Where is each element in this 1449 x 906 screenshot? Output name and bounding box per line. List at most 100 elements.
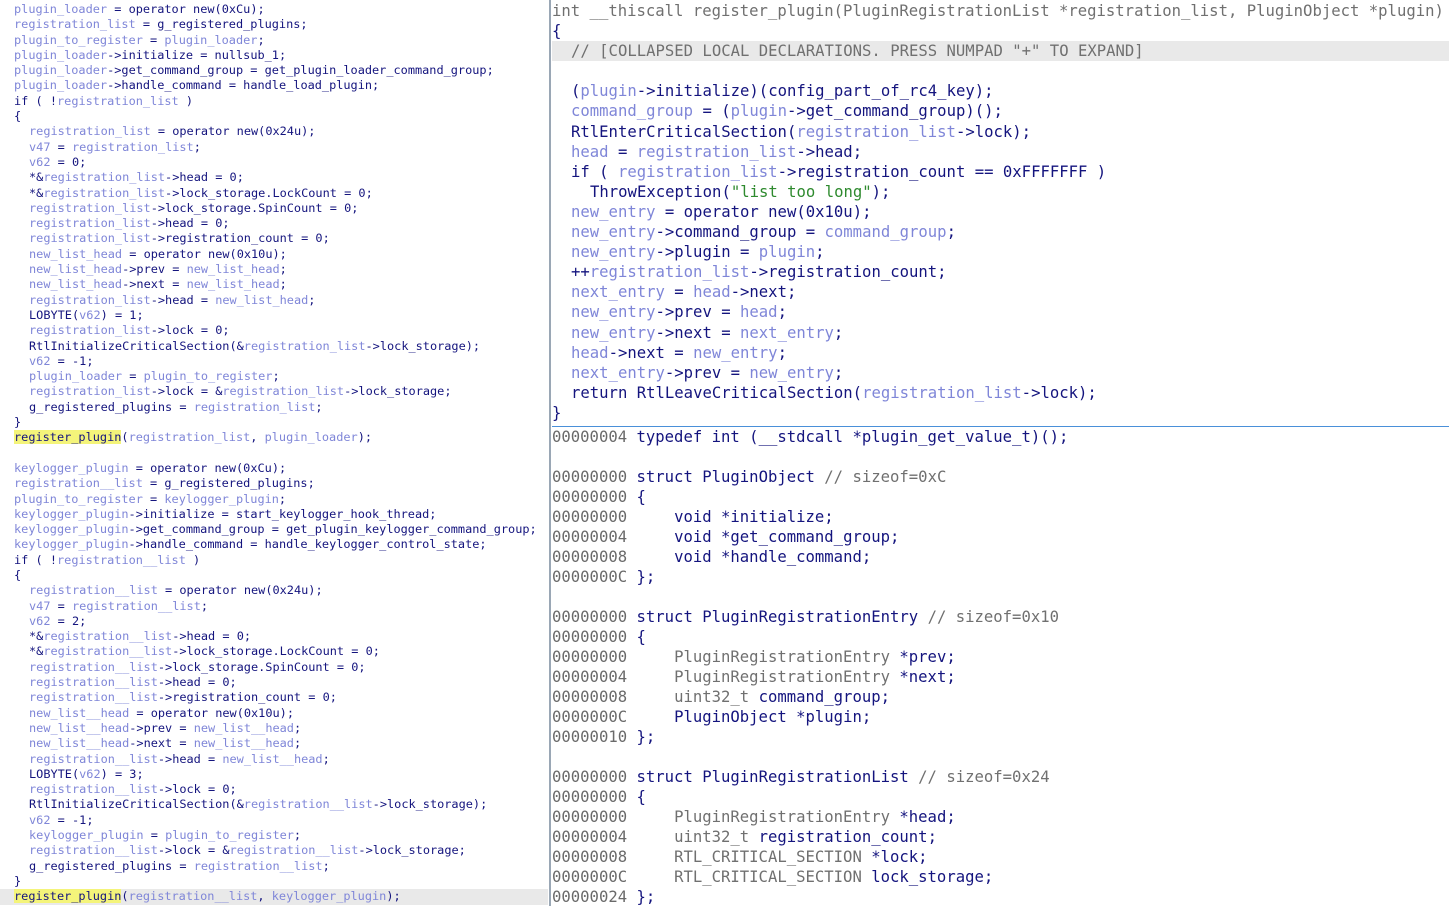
type-line[interactable]: 00000004 typedef int (__stdcall *plugin_… [552, 427, 1449, 447]
pseudocode-view-left[interactable]: plugin_loader = operator new(0xCu); regis… [0, 0, 548, 906]
code-line[interactable]: } [0, 415, 548, 430]
type-line[interactable]: 00000008 void *handle_command; [552, 547, 1449, 567]
type-line[interactable]: 00000004 void *get_command_group; [552, 527, 1449, 547]
code-line[interactable]: v62 = 0; [0, 155, 548, 170]
code-line[interactable]: ++registration_list->registration_count; [552, 262, 1449, 282]
code-line[interactable]: new_list_head->next = new_list_head; [0, 277, 548, 292]
code-line[interactable]: return RtlLeaveCriticalSection(registrat… [552, 383, 1449, 403]
code-line[interactable]: keylogger_plugin = plugin_to_register; [0, 828, 548, 843]
type-line[interactable]: 00000024 }; [552, 887, 1449, 906]
code-line[interactable]: registration_list->head = 0; [0, 216, 548, 231]
code-line[interactable]: registration__list->head = new_list__hea… [0, 752, 548, 767]
code-line[interactable]: new_entry = operator new(0x10u); [552, 202, 1449, 222]
type-line[interactable]: 00000000 struct PluginObject // sizeof=0… [552, 467, 1449, 487]
type-line[interactable]: 00000000 PluginRegistrationEntry *head; [552, 807, 1449, 827]
code-line[interactable]: // [COLLAPSED LOCAL DECLARATIONS. PRESS … [552, 41, 1449, 62]
type-line[interactable] [552, 747, 1449, 767]
code-line[interactable]: v62 = -1; [0, 354, 548, 369]
type-line[interactable]: 00000000 void *initialize; [552, 507, 1449, 527]
type-line[interactable]: 0000000C PluginObject *plugin; [552, 707, 1449, 727]
code-line[interactable]: registration__list->registration_count =… [0, 690, 548, 705]
code-line[interactable]: *&registration__list->head = 0; [0, 629, 548, 644]
code-line[interactable]: RtlEnterCriticalSection(registration_lis… [552, 122, 1449, 142]
code-line[interactable]: new_list__head->next = new_list__head; [0, 736, 548, 751]
code-line[interactable]: new_list__head = operator new(0x10u); [0, 706, 548, 721]
type-line[interactable]: 00000010 }; [552, 727, 1449, 747]
type-line[interactable]: 00000000 struct PluginRegistrationList /… [552, 767, 1449, 787]
code-line[interactable]: *&registration_list->head = 0; [0, 170, 548, 185]
code-line[interactable]: registration__list = g_registered_plugin… [0, 476, 548, 491]
code-line[interactable]: int __thiscall register_plugin(PluginReg… [552, 1, 1449, 21]
code-line[interactable]: next_entry->prev = new_entry; [552, 363, 1449, 383]
code-line[interactable]: RtlInitializeCriticalSection(&registrati… [0, 797, 548, 812]
code-line[interactable]: new_entry->command_group = command_group… [552, 222, 1449, 242]
type-line[interactable]: 0000000C }; [552, 567, 1449, 587]
code-line[interactable]: register_plugin(registration_list, plugi… [0, 430, 548, 445]
code-line[interactable]: (plugin->initialize)(config_part_of_rc4_… [552, 81, 1449, 101]
code-line[interactable]: if ( !registration_list ) [0, 94, 548, 109]
code-line[interactable]: registration_list->lock = 0; [0, 323, 548, 338]
code-line[interactable]: registration__list->lock_storage.SpinCou… [0, 660, 548, 675]
code-line[interactable]: plugin_loader->handle_command = handle_l… [0, 78, 548, 93]
code-line[interactable]: keylogger_plugin = operator new(0xCu); [0, 461, 548, 476]
code-line[interactable]: *&registration__list->lock_storage.LockC… [0, 644, 548, 659]
code-line[interactable]: registration_list->lock_storage.SpinCoun… [0, 201, 548, 216]
code-line[interactable]: registration_list->lock = &registration_… [0, 384, 548, 399]
code-line[interactable]: registration_list->head = new_list_head; [0, 293, 548, 308]
code-line[interactable]: registration__list->head = 0; [0, 675, 548, 690]
code-line[interactable]: keylogger_plugin->get_command_group = ge… [0, 522, 548, 537]
code-line[interactable]: plugin_loader->get_command_group = get_p… [0, 63, 548, 78]
type-line[interactable] [552, 587, 1449, 607]
code-line[interactable]: registration__list = operator new(0x24u)… [0, 583, 548, 598]
code-line[interactable]: new_list_head->prev = new_list_head; [0, 262, 548, 277]
code-line[interactable]: { [0, 109, 548, 124]
type-line[interactable]: 00000004 uint32_t registration_count; [552, 827, 1449, 847]
code-line[interactable]: LOBYTE(v62) = 3; [0, 767, 548, 782]
code-line[interactable]: new_list__head->prev = new_list__head; [0, 721, 548, 736]
code-line[interactable] [0, 446, 548, 461]
local-types-view[interactable]: 00000004 typedef int (__stdcall *plugin_… [552, 427, 1449, 906]
code-line[interactable]: RtlInitializeCriticalSection(&registrati… [0, 339, 548, 354]
code-line[interactable]: ThrowException("list too long"); [552, 182, 1449, 202]
code-line[interactable]: registration__list->lock = 0; [0, 782, 548, 797]
code-line[interactable]: if ( registration_list->registration_cou… [552, 162, 1449, 182]
code-line[interactable]: *&registration_list->lock_storage.LockCo… [0, 186, 548, 201]
code-line[interactable]: v62 = -1; [0, 813, 548, 828]
code-line[interactable]: new_entry->next = next_entry; [552, 323, 1449, 343]
code-line[interactable]: registration__list->lock = &registration… [0, 843, 548, 858]
code-line[interactable]: plugin_loader->initialize = nullsub_1; [0, 48, 548, 63]
code-line[interactable]: plugin_loader = operator new(0xCu); [0, 2, 548, 17]
code-line[interactable]: new_list_head = operator new(0x10u); [0, 247, 548, 262]
type-line[interactable]: 00000008 uint32_t command_group; [552, 687, 1449, 707]
code-line[interactable]: { [552, 21, 1449, 41]
type-line[interactable]: 00000000 struct PluginRegistrationEntry … [552, 607, 1449, 627]
code-line[interactable]: command_group = (plugin->get_command_gro… [552, 101, 1449, 121]
code-line[interactable]: } [552, 403, 1449, 423]
code-line[interactable]: registration_list = g_registered_plugins… [0, 17, 548, 32]
code-line[interactable]: new_entry->plugin = plugin; [552, 242, 1449, 262]
code-line[interactable]: new_entry->prev = head; [552, 302, 1449, 322]
code-line[interactable]: register_plugin(registration__list, keyl… [0, 889, 548, 905]
code-line[interactable]: plugin_to_register = plugin_loader; [0, 33, 548, 48]
code-line[interactable]: v47 = registration__list; [0, 599, 548, 614]
code-line[interactable]: v62 = 2; [0, 614, 548, 629]
type-line[interactable]: 00000000 { [552, 627, 1449, 647]
type-line[interactable]: 0000000C RTL_CRITICAL_SECTION lock_stora… [552, 867, 1449, 887]
code-line[interactable]: v47 = registration_list; [0, 140, 548, 155]
code-line[interactable]: g_registered_plugins = registration_list… [0, 400, 548, 415]
code-line[interactable]: if ( !registration__list ) [0, 553, 548, 568]
vertical-splitter[interactable] [549, 0, 551, 906]
type-line[interactable]: 00000000 PluginRegistrationEntry *prev; [552, 647, 1449, 667]
collapsed-declarations-comment[interactable]: // [COLLAPSED LOCAL DECLARATIONS. PRESS … [571, 42, 1144, 60]
code-line[interactable]: head->next = new_entry; [552, 343, 1449, 363]
code-line[interactable]: plugin_loader = plugin_to_register; [0, 369, 548, 384]
code-line[interactable]: registration_list->registration_count = … [0, 231, 548, 246]
type-line[interactable]: 00000008 RTL_CRITICAL_SECTION *lock; [552, 847, 1449, 867]
code-line[interactable]: next_entry = head->next; [552, 282, 1449, 302]
code-line[interactable]: plugin_to_register = keylogger_plugin; [0, 492, 548, 507]
code-line[interactable] [552, 61, 1449, 81]
code-line[interactable]: head = registration_list->head; [552, 142, 1449, 162]
type-line[interactable]: 00000000 { [552, 487, 1449, 507]
code-line[interactable]: g_registered_plugins = registration__lis… [0, 859, 548, 874]
type-line[interactable]: 00000000 { [552, 787, 1449, 807]
